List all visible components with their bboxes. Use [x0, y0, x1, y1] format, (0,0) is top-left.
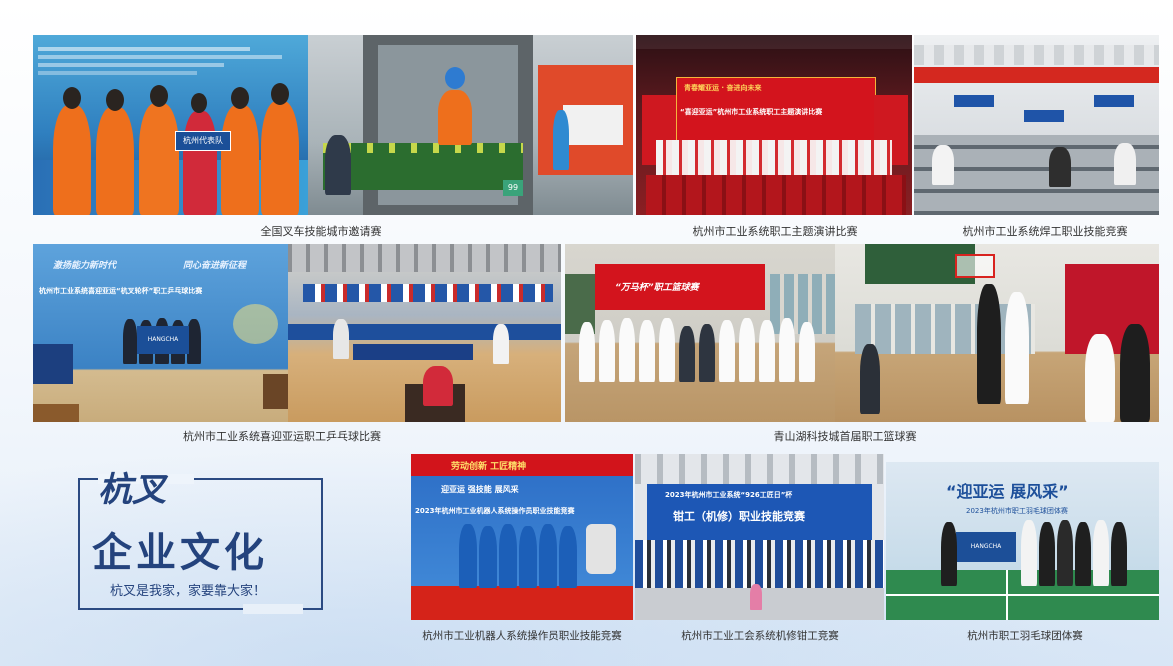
caption-fitter: 杭州市工业工会系统机修钳工竞赛 [681, 630, 839, 642]
brand-subtitle: 企业文化 [92, 530, 268, 576]
pingpong-contest-photo: 激扬能力新时代 同心奋进新征程 杭州市工业系统喜迎亚运“杭叉轮杯”职工乒乓球比赛… [33, 244, 561, 422]
badminton-banner: “迎亚运 展风采” [946, 482, 1069, 501]
robot-top-banner: 劳动创新 工匠精神 [451, 462, 527, 472]
brand-name: 杭叉 [98, 470, 166, 510]
caption-speech: 杭州市工业系统职工主题演讲比赛 [692, 225, 858, 238]
welding-contest-photo [914, 35, 1159, 215]
brand-slogan: 杭叉是我家，家要靠大家！ [110, 584, 267, 599]
caption-robot: 杭州市工业机器人系统操作员职业技能竞赛 [422, 630, 622, 642]
speech-banner-main: “喜迎亚运”杭州市工业系统职工主题演讲比赛 [680, 108, 823, 116]
basketball-banner: “万马杯”职工篮球赛 [615, 283, 699, 293]
speech-banner-top: 青春耀亚运 · 奋进向未来 [684, 84, 762, 92]
badminton-team-sign: HANGCHA [956, 532, 1016, 562]
pingpong-banner-main: 杭州市工业系统喜迎亚运“杭叉轮杯”职工乒乓球比赛 [39, 287, 203, 295]
pingpong-team-sign: HANGCHA [137, 326, 189, 354]
robot-banner-small: 迎亚运 强技能 展风采 [441, 485, 519, 494]
team-sign: 杭州代表队 [175, 131, 231, 151]
fitter-contest-photo: 2023年杭州市工业系统“926工匠日”杯 钳工（机修）职业技能竞赛 [635, 454, 884, 620]
fitter-banner-top: 2023年杭州市工业系统“926工匠日”杯 [665, 491, 793, 499]
caption-basketball: 青山湖科技城首届职工篮球赛 [773, 430, 917, 443]
caption-badminton: 杭州市职工羽毛球团体赛 [967, 630, 1083, 642]
badminton-contest-photo: “迎亚运 展风采” 2023年杭州市职工羽毛球团体赛 HANGCHA [886, 462, 1159, 620]
basketball-contest-photo: “万马杯”职工篮球赛 [565, 244, 1159, 422]
caption-pingpong: 杭州市工业系统喜迎亚运职工乒乓球比赛 [183, 430, 381, 443]
robot-contest-photo: 劳动创新 工匠精神 迎亚运 强技能 展风采 2023年杭州市工业机器人系统操作员… [411, 454, 633, 620]
forklift-contest-photo: 杭州代表队 99 [33, 35, 633, 215]
number-plate: 99 [503, 180, 523, 196]
robot-banner-main: 2023年杭州市工业机器人系统操作员职业技能竞赛 [415, 507, 575, 515]
fitter-banner-main: 钳工（机修）职业技能竞赛 [673, 510, 805, 523]
badminton-sub: 2023年杭州市职工羽毛球团体赛 [966, 507, 1068, 515]
speech-contest-photo: 青春耀亚运 · 奋进向未来 “喜迎亚运”杭州市工业系统职工主题演讲比赛 [636, 35, 912, 215]
caption-forklift: 全国叉车技能城市邀请赛 [260, 225, 382, 238]
caption-welding: 杭州市工业系统焊工职业技能竞赛 [962, 225, 1128, 238]
pingpong-banner-right: 同心奋进新征程 [183, 261, 247, 271]
pingpong-banner-left: 激扬能力新时代 [53, 261, 117, 271]
